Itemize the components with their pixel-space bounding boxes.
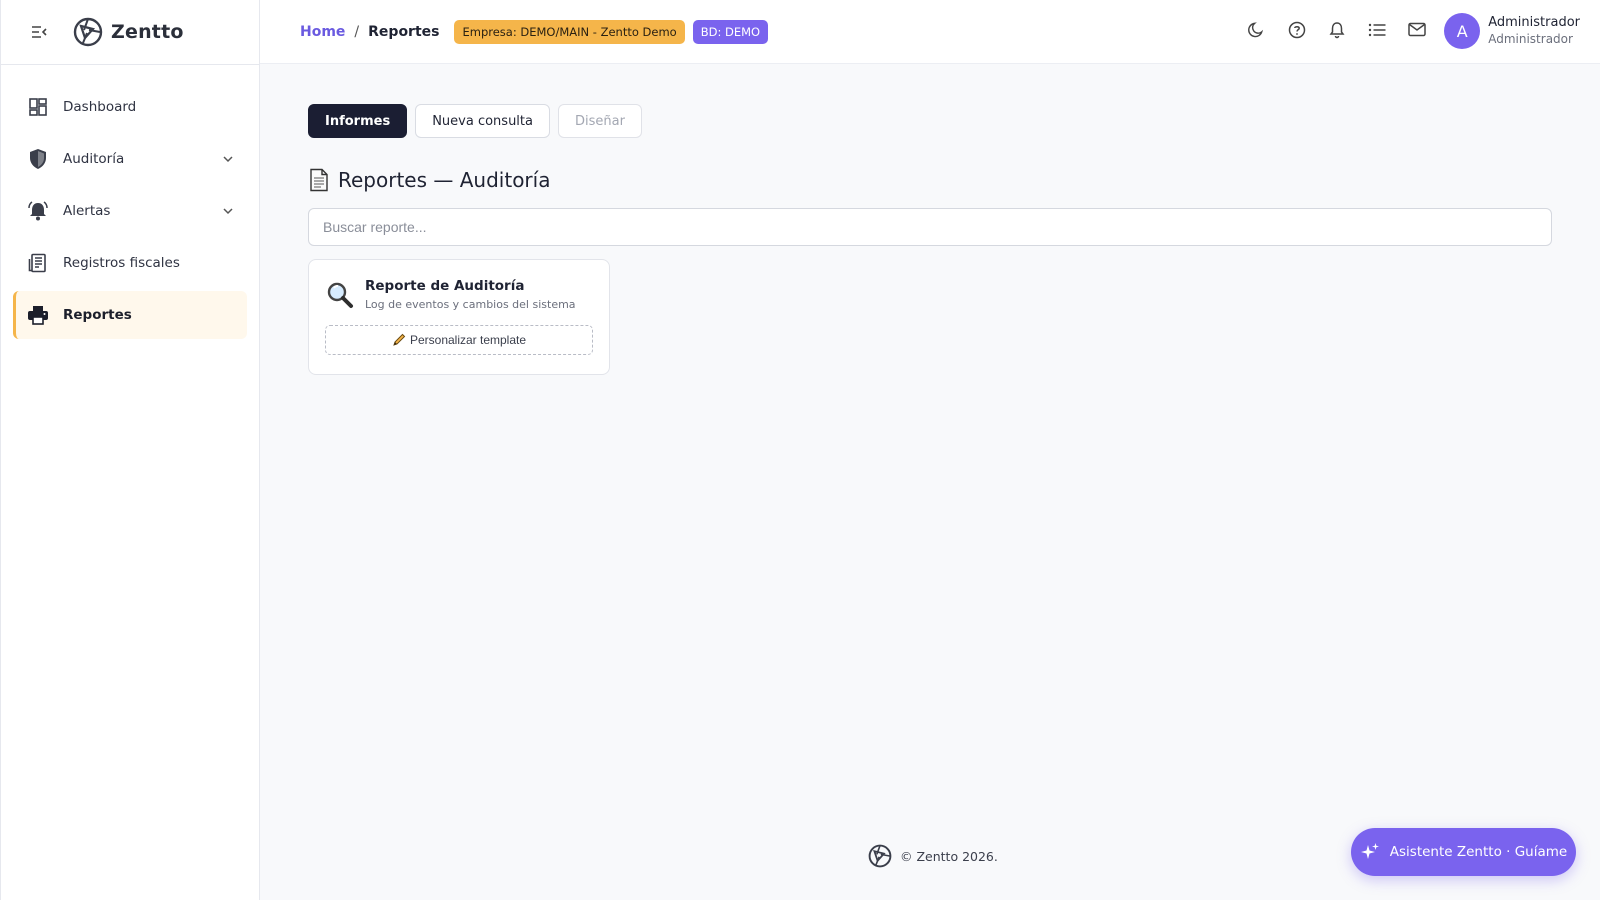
report-card-header: Reporte de Auditoría Log de eventos y ca… bbox=[325, 278, 593, 311]
sidebar-item-alertas[interactable]: Alertas bbox=[13, 187, 247, 235]
customize-template-button[interactable]: Personalizar template bbox=[325, 325, 593, 355]
sidebar-item-registros-fiscales[interactable]: Registros fiscales bbox=[13, 239, 247, 287]
page-title: Reportes — Auditoría bbox=[338, 168, 551, 192]
user-info: Administrador Administrador bbox=[1488, 15, 1580, 47]
avatar[interactable]: A bbox=[1444, 13, 1481, 49]
chevron-down-icon[interactable] bbox=[221, 204, 235, 218]
printer-icon bbox=[27, 304, 49, 326]
chevron-down-icon[interactable] bbox=[221, 152, 235, 166]
tab-nueva-consulta[interactable]: Nueva consulta bbox=[415, 104, 550, 138]
dashboard-icon bbox=[27, 96, 49, 118]
user-menu[interactable]: A Administrador Administrador bbox=[1444, 13, 1580, 49]
assistant-button[interactable]: Asistente Zentto · Guíame bbox=[1351, 828, 1576, 876]
breadcrumb-current: Reportes bbox=[368, 23, 440, 40]
mail-icon[interactable] bbox=[1407, 20, 1426, 39]
tab-informes[interactable]: Informes bbox=[308, 104, 408, 138]
brand-bar: Zentto bbox=[1, 0, 259, 65]
breadcrumb: Home / Reportes bbox=[300, 24, 439, 40]
sidebar-item-auditoria[interactable]: Auditoría bbox=[13, 135, 247, 183]
sidebar-item-dashboard[interactable]: Dashboard bbox=[13, 83, 247, 131]
report-card-description: Log de eventos y cambios del sistema bbox=[365, 298, 576, 311]
empresa-badge: Empresa: DEMO/MAIN - Zentto Demo bbox=[454, 19, 685, 44]
zentto-logo-icon bbox=[73, 17, 103, 47]
sidebar: Zentto Dashboard Auditoría Alertas Regis… bbox=[0, 0, 260, 900]
report-card[interactable]: Reporte de Auditoría Log de eventos y ca… bbox=[308, 259, 610, 375]
customize-template-label: Personalizar template bbox=[409, 333, 527, 347]
pencil-icon bbox=[393, 333, 406, 346]
database-badge: BD: DEMO bbox=[692, 19, 769, 44]
brand-name: Zentto bbox=[111, 21, 184, 43]
breadcrumb-home-link[interactable]: Home bbox=[300, 24, 345, 40]
moon-icon[interactable] bbox=[1247, 20, 1266, 39]
sidebar-item-label: Dashboard bbox=[63, 99, 137, 115]
menu-collapse-icon[interactable] bbox=[29, 22, 49, 42]
user-role: Administrador bbox=[1488, 32, 1573, 46]
header-actions bbox=[1247, 20, 1426, 39]
sidebar-item-label: Registros fiscales bbox=[63, 255, 180, 271]
report-card-text: Reporte de Auditoría Log de eventos y ca… bbox=[365, 278, 576, 311]
magnifier-icon bbox=[327, 282, 353, 308]
report-card-title: Reporte de Auditoría bbox=[365, 278, 525, 294]
sparkle-icon bbox=[1360, 843, 1379, 859]
document-icon bbox=[310, 168, 328, 192]
footer-copyright: © Zentto 2026. bbox=[900, 848, 998, 864]
footer: © Zentto 2026. bbox=[868, 844, 998, 868]
main-content: Informes Nueva consulta Diseñar Reportes… bbox=[308, 104, 1552, 375]
sidebar-item-label: Auditoría bbox=[63, 151, 125, 167]
report-tabs: Informes Nueva consulta Diseñar bbox=[308, 104, 1552, 138]
alarm-bell-icon bbox=[27, 200, 49, 222]
sidebar-item-label: Alertas bbox=[63, 203, 111, 219]
list-icon[interactable] bbox=[1367, 20, 1386, 39]
search-input[interactable] bbox=[308, 208, 1552, 246]
sidebar-item-reportes[interactable]: Reportes bbox=[13, 291, 247, 339]
report-cards: Reporte de Auditoría Log de eventos y ca… bbox=[308, 259, 1552, 375]
page-title-row: Reportes — Auditoría bbox=[308, 168, 1552, 192]
help-icon[interactable] bbox=[1287, 20, 1306, 39]
assistant-label: Asistente Zentto · Guíame bbox=[1389, 844, 1568, 860]
sidebar-nav: Dashboard Auditoría Alertas Registros fi… bbox=[1, 65, 259, 339]
shield-icon bbox=[27, 148, 49, 170]
zentto-logo-icon bbox=[868, 844, 892, 868]
receipt-icon bbox=[27, 252, 49, 274]
top-header: Home / Reportes Empresa: DEMO/MAIN - Zen… bbox=[260, 0, 1600, 64]
sidebar-item-label: Reportes bbox=[63, 307, 132, 323]
breadcrumb-separator: / bbox=[354, 23, 360, 40]
bell-icon[interactable] bbox=[1327, 20, 1346, 39]
user-name: Administrador bbox=[1488, 15, 1580, 30]
tab-disenar: Diseñar bbox=[558, 104, 642, 138]
